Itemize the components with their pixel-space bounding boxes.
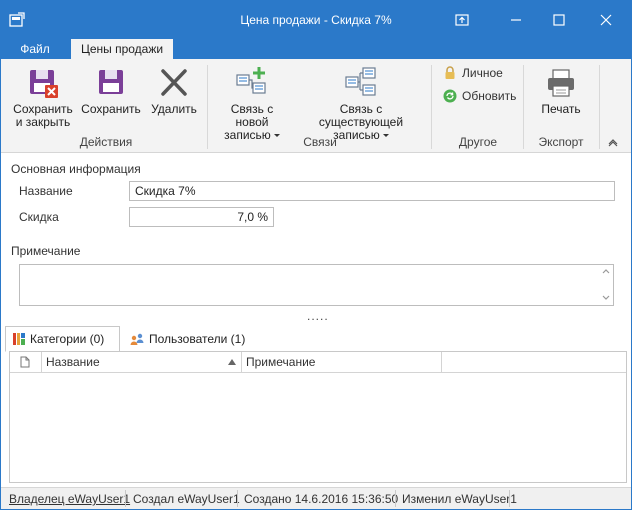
grid-col-name-label: Название [46,355,100,369]
tab-users[interactable]: Пользователи (1) [123,326,253,352]
link-new-record-button[interactable]: Связь с новой записью [213,65,291,142]
grid-header: Название Примечание [10,352,626,373]
ribbon-tab-strip: Файл Цены продажи [1,39,631,59]
close-button[interactable] [586,1,626,39]
section-title-main-info: Основная информация [11,162,141,176]
delete-button[interactable]: Удалить [147,67,201,116]
related-tabs: Категории (0) Пользователи (1) [5,326,627,352]
delete-icon [161,69,187,96]
print-label: Печать [541,102,581,116]
name-field[interactable]: Скидка 7% [129,181,615,201]
name-label: Название [19,184,73,198]
link-existing-icon [345,67,376,96]
status-created-by: Создал eWayUser1 [133,492,240,506]
grid-col-name[interactable]: Название [42,352,242,373]
ribbon-separator [599,65,600,149]
status-separator [509,490,510,507]
maximize-icon [553,14,565,26]
collapse-ribbon-icon[interactable] [607,137,619,147]
printer-icon [548,69,574,97]
save-icon [99,70,123,94]
link-existing-label-1: Связь с существующей [318,102,404,129]
users-icon [130,333,144,345]
save-and-close-button[interactable]: Сохранить и закрыть [11,67,75,129]
close-icon [600,14,612,26]
group-label-other: Другое [458,135,498,149]
tab-categories[interactable]: Категории (0) [5,326,120,352]
grid-col-note-label: Примечание [246,355,316,369]
save-close-icon [30,70,58,98]
grid-col-note[interactable]: Примечание [242,352,442,373]
categories-grid: Название Примечание [9,351,627,483]
refresh-button[interactable]: Обновить [443,89,516,103]
discount-label: Скидка [19,210,59,224]
group-label-links: Связи [303,135,337,149]
note-label: Примечание [11,244,81,258]
tab-users-label: Пользователи (1) [149,332,246,346]
tab-file[interactable]: Файл [9,39,61,59]
link-new-icon [236,67,266,94]
minimize-icon [511,19,521,21]
pin-window-icon [455,14,469,26]
title-bar: Цена продажи - Скидка 7% [1,1,631,39]
personal-button[interactable]: Личное [443,66,503,80]
delete-label: Удалить [151,102,197,116]
ribbon-separator [431,65,432,149]
minimize-button[interactable] [496,1,536,39]
ribbon-separator [207,65,208,149]
save-close-label-2: и закрыть [15,115,71,129]
status-modified-by: Изменил eWayUser1 [402,492,517,506]
status-separator [125,490,126,507]
scroll-down-icon[interactable] [602,295,610,301]
personal-label: Личное [462,66,503,80]
group-label-actions: Действия [79,135,133,149]
discount-field[interactable]: 7,0 % [129,207,274,227]
group-label-export: Экспорт [538,135,584,149]
tab-sale-prices[interactable]: Цены продажи [71,39,173,59]
status-separator [395,490,396,507]
status-owner[interactable]: Владелец eWayUser1 [9,492,130,506]
panel-splitter[interactable]: ..... [307,310,329,322]
scroll-up-icon[interactable] [602,268,610,274]
app-window: Цена продажи - Скидка 7% Файл Цены прода… [0,0,632,510]
tab-categories-label: Категории (0) [30,332,105,346]
refresh-icon [443,89,457,103]
refresh-label: Обновить [462,89,517,103]
print-button[interactable]: Печать [533,67,589,116]
restore-to-tab-button[interactable] [442,1,482,39]
ribbon: Сохранить и закрыть Сохранить Удалить Де… [1,59,631,153]
document-icon [20,356,30,368]
lock-icon [445,66,455,79]
link-existing-record-button[interactable]: Связь с существующей записью [297,65,425,142]
link-new-label-1: Связь с новой [230,102,274,129]
status-bar: Владелец eWayUser1 Создал eWayUser1 Созд… [1,487,631,509]
status-separator [237,490,238,507]
window-title: Цена продажи - Скидка 7% [240,13,392,27]
grid-col-icon[interactable] [10,352,42,373]
sort-ascending-icon [228,359,236,365]
categories-icon [13,333,25,345]
maximize-button[interactable] [539,1,579,39]
note-field[interactable] [19,264,614,306]
save-button[interactable]: Сохранить [81,67,141,116]
save-label: Сохранить [81,102,141,116]
ribbon-separator [523,65,524,149]
note-scrollbar[interactable] [599,265,613,305]
status-created-at: Создано 14.6.2016 15:36:50 [244,492,399,506]
